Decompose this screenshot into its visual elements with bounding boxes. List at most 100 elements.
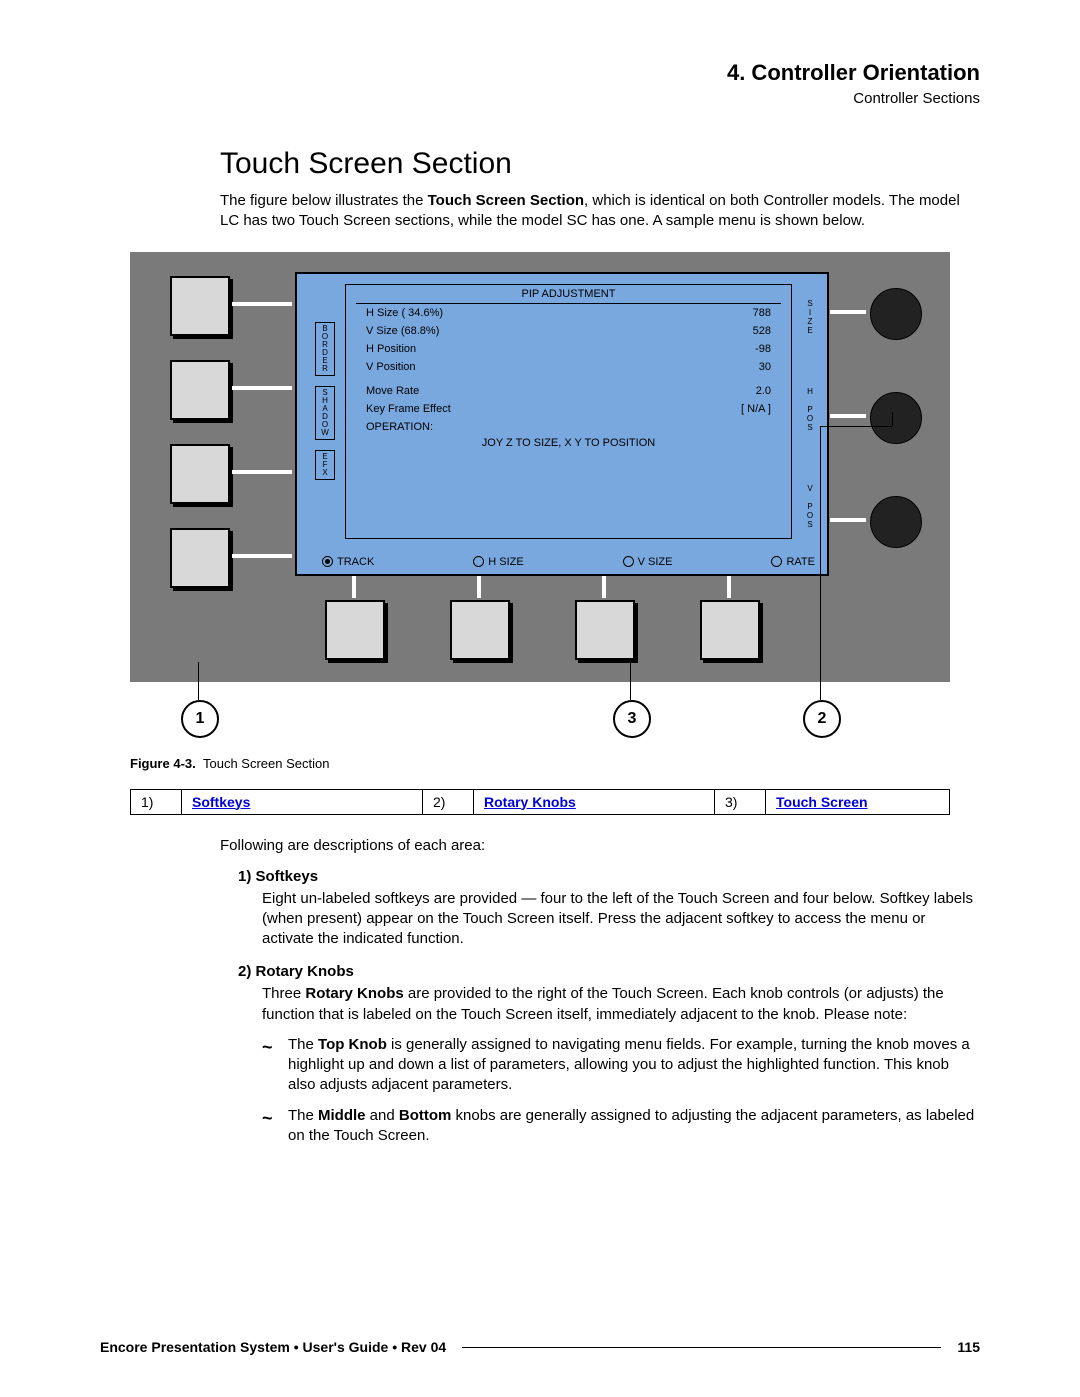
text-bold: Rotary Knobs [305,985,403,1002]
following-line: Following are descriptions of each area: [220,837,980,854]
table-row: 1) Softkeys 2) Rotary Knobs 3) Touch Scr… [131,789,950,814]
ts-left-shadow: SHADOW [315,386,335,440]
intro-paragraph: The figure below illustrates the Touch S… [220,191,980,232]
legend-cell: Softkeys [182,789,423,814]
text: and [366,1107,399,1124]
softkey-left-1[interactable] [170,276,230,336]
ts-left-border: BORDER [315,322,335,376]
leader-line [727,576,731,598]
legend-link-softkeys[interactable]: Softkeys [192,794,250,810]
footer-title: Encore Presentation System • User's Guid… [100,1339,446,1355]
ts-row: OPERATION: [346,418,791,436]
ts-label: OPERATION: [366,421,433,433]
callout-leader [820,426,892,427]
text: is generally assigned to navigating menu… [288,1036,970,1094]
callout-3: 3 [613,700,651,738]
radio-empty-icon [623,556,634,567]
ts-value: -98 [755,343,771,355]
ts-bottom-label: H SIZE [488,556,523,568]
callouts: 1 3 2 [130,682,950,742]
body-content: Following are descriptions of each area:… [220,837,980,1147]
ts-value: [ N/A ] [741,403,771,415]
ts-row: Move Rate2.0 [346,382,791,400]
sub-item-1-text: The Top Knob is generally assigned to na… [288,1035,980,1096]
text: Three [262,985,305,1002]
section-crumb: Controller Sections [100,90,980,107]
legend-link-rotary-knobs[interactable]: Rotary Knobs [484,794,576,810]
page-footer: Encore Presentation System • User's Guid… [100,1339,980,1355]
softkey-left-3[interactable] [170,444,230,504]
softkey-bottom-2[interactable] [450,600,510,660]
ts-row: H Position-98 [346,340,791,358]
legend-cell: Rotary Knobs [474,789,715,814]
ts-value: 528 [753,325,771,337]
softkey-left-4[interactable] [170,528,230,588]
footer-page-number: 115 [957,1339,980,1355]
footer-rule [462,1347,941,1348]
ts-row: Key Frame Effect[ N/A ] [346,400,791,418]
ts-right-labels: SIZE HPOS VPOS [801,299,819,529]
ts-inner: PIP ADJUSTMENT H Size ( 34.6%) 788 V Size… [345,284,792,539]
intro-bold: Touch Screen Section [428,192,584,209]
tilde-bullet-icon: ~ [262,1035,288,1096]
ts-right-hpos: HPOS [801,387,819,432]
legend-cell: Touch Screen [766,789,950,814]
ts-label: V Position [366,361,416,373]
ts-bottom-hsize: H SIZE [473,556,523,568]
ts-op-hint: JOY Z TO SIZE, X Y TO POSITION [346,436,791,449]
ts-row: H Size ( 34.6%) 788 [346,304,791,322]
text: The [288,1036,318,1053]
ts-right-vpos: VPOS [801,484,819,529]
ts-left-efx: EFX [315,450,335,480]
sub-item-2: ~ The Middle and Bottom knobs are genera… [262,1106,980,1147]
ts-value: 788 [753,307,771,319]
rotary-knob-middle[interactable] [870,392,922,444]
leader-line [602,576,606,598]
softkey-bottom-4[interactable] [700,600,760,660]
item-1-body: Eight un-labeled softkeys are provided —… [262,889,980,950]
legend-link-touch-screen[interactable]: Touch Screen [776,794,868,810]
callout-leader [198,662,199,700]
ts-bottom-label: RATE [786,556,815,568]
ts-row: V Position30 [346,358,791,376]
figure-caption: Figure 4-3. Touch Screen Section [130,756,980,771]
text-bold: Middle [318,1107,366,1124]
ts-label: Move Rate [366,385,419,397]
radio-filled-icon [322,556,333,567]
callout-1: 1 [181,700,219,738]
item-2-heading: 2) Rotary Knobs [238,963,980,980]
item-2-body: Three Rotary Knobs are provided to the r… [262,984,980,1025]
leader-line [232,554,292,558]
controller-panel: BORDER SHADOW EFX SIZE HPOS VPOS PIP ADJ… [130,252,950,682]
leader-line [232,302,292,306]
section-heading: Touch Screen Section [220,147,980,181]
figure-container: BORDER SHADOW EFX SIZE HPOS VPOS PIP ADJ… [130,252,950,682]
ts-left-labels: BORDER SHADOW EFX [315,322,335,490]
ts-label: H Size ( 34.6%) [366,307,443,319]
softkey-left-2[interactable] [170,360,230,420]
ts-bottom-vsize: V SIZE [623,556,673,568]
touch-screen[interactable]: BORDER SHADOW EFX SIZE HPOS VPOS PIP ADJ… [295,272,829,576]
softkey-bottom-3[interactable] [575,600,635,660]
legend-num: 3) [715,789,766,814]
ts-row: V Size (68.8%)528 [346,322,791,340]
text-bold: Bottom [399,1107,452,1124]
rotary-knob-bottom[interactable] [870,496,922,548]
leader-line [232,386,292,390]
legend-table: 1) Softkeys 2) Rotary Knobs 3) Touch Scr… [130,789,950,815]
leader-line [352,576,356,598]
callout-leader [630,662,631,700]
radio-empty-icon [771,556,782,567]
text: The [288,1107,318,1124]
ts-bottom-rate: RATE [771,556,815,568]
rotary-knob-top[interactable] [870,288,922,340]
callout-leader [892,412,893,426]
softkey-bottom-1[interactable] [325,600,385,660]
ts-title: PIP ADJUSTMENT [346,285,791,303]
radio-empty-icon [473,556,484,567]
legend-num: 1) [131,789,182,814]
intro-text-1: The figure below illustrates the [220,192,428,209]
leader-line [477,576,481,598]
tilde-bullet-icon: ~ [262,1106,288,1147]
figure-text: Touch Screen Section [203,756,329,771]
